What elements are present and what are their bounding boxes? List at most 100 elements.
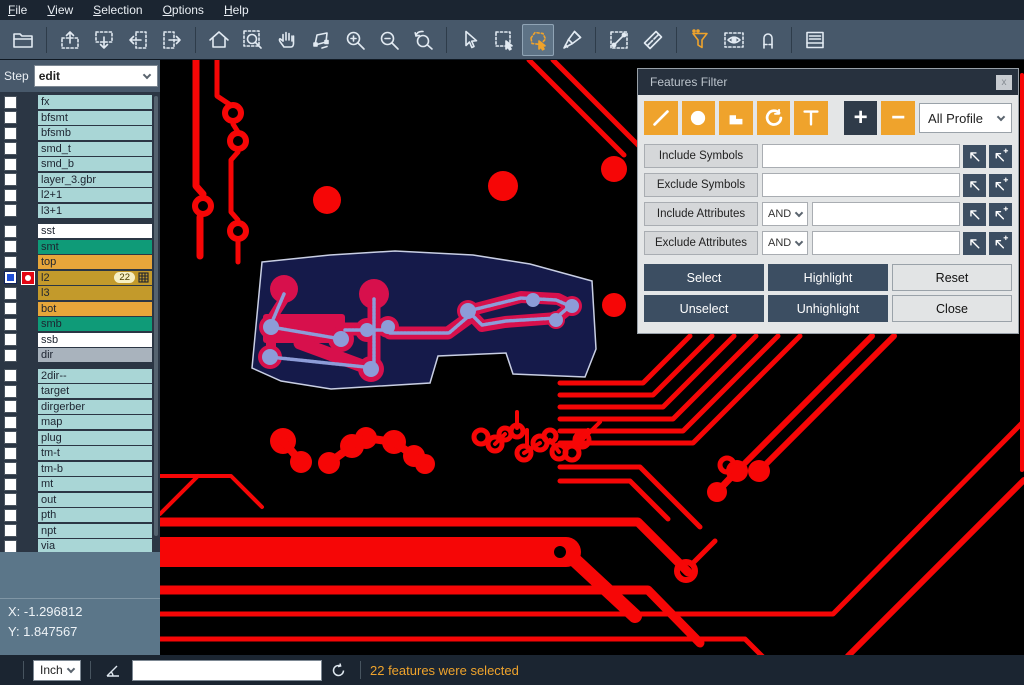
layer-row-npt[interactable]: npt (0, 524, 160, 538)
zoom-polygon-icon[interactable] (305, 24, 337, 56)
refresh-icon[interactable] (330, 662, 347, 679)
exclude-attributes-input[interactable] (812, 231, 960, 255)
view-left-icon[interactable] (122, 24, 154, 56)
layer-row-pth[interactable]: pth (0, 508, 160, 522)
dialog-title-bar[interactable]: Features Filter x (638, 69, 1018, 95)
layer-checkbox[interactable] (4, 96, 17, 109)
report-icon[interactable] (799, 24, 831, 56)
zoom-in-icon[interactable] (339, 24, 371, 56)
layer-row-ssb[interactable]: ssb (0, 333, 160, 347)
layer-row-target[interactable]: target (0, 384, 160, 398)
layer-name[interactable]: l222 (38, 271, 152, 285)
layer-row-via[interactable]: via (0, 539, 160, 553)
layer-indicator-slot[interactable] (21, 431, 35, 445)
layer-indicator-slot[interactable] (21, 369, 35, 383)
layer-list-scrollbar[interactable] (154, 96, 158, 536)
layer-checkbox-checked[interactable] (4, 271, 17, 284)
layer-row-bot[interactable]: bot (0, 302, 160, 316)
layer-name[interactable]: l2+1 (38, 188, 152, 202)
pick-arrow-plus-icon[interactable] (989, 174, 1012, 197)
pick-arrow-icon[interactable] (963, 174, 986, 197)
zoom-previous-icon[interactable] (407, 24, 439, 56)
pan-hand-icon[interactable] (271, 24, 303, 56)
layer-checkbox[interactable] (4, 478, 17, 491)
profile-select[interactable]: All Profile (919, 103, 1012, 133)
menu-selection[interactable]: Selection (93, 3, 142, 17)
surface-icon[interactable] (719, 101, 753, 135)
pad-icon[interactable] (682, 101, 716, 135)
layer-checkbox[interactable] (4, 369, 17, 382)
layer-indicator-slot[interactable] (21, 224, 35, 238)
layer-indicator-slot[interactable] (21, 204, 35, 218)
layer-checkbox[interactable] (4, 333, 17, 346)
layer-row-mt[interactable]: mt (0, 477, 160, 491)
layer-checkbox[interactable] (4, 524, 17, 537)
layer-indicator-slot[interactable] (21, 400, 35, 414)
layer-name[interactable]: plug (38, 431, 152, 445)
layer-name[interactable]: l3+1 (38, 204, 152, 218)
exclude-attributes-button[interactable]: Exclude Attributes (644, 231, 758, 255)
layer-checkbox[interactable] (4, 302, 17, 315)
command-input[interactable] (132, 660, 322, 681)
layer-name[interactable]: l3 (38, 286, 152, 300)
close-button[interactable]: Close (892, 295, 1012, 322)
layer-name[interactable]: smb (38, 317, 152, 331)
layer-row-smd_b[interactable]: smd_b (0, 157, 160, 171)
layer-checkbox[interactable] (4, 493, 17, 506)
layer-checkbox[interactable] (4, 540, 17, 553)
layer-name[interactable]: ssb (38, 333, 152, 347)
layer-name[interactable]: smd_t (38, 142, 152, 156)
layer-checkbox[interactable] (4, 225, 17, 238)
layer-name[interactable]: map (38, 415, 152, 429)
layer-row-top[interactable]: top (0, 255, 160, 269)
layer-row-bfsmb[interactable]: bfsmb (0, 126, 160, 140)
layer-checkbox[interactable] (4, 240, 17, 253)
layer-name[interactable]: sst (38, 224, 152, 238)
layer-checkbox[interactable] (4, 447, 17, 460)
layer-row-l2+1[interactable]: l2+1 (0, 188, 160, 202)
layer-row-2dir--[interactable]: 2dir-- (0, 369, 160, 383)
arc-icon[interactable] (757, 101, 791, 135)
layer-indicator-slot[interactable] (21, 302, 35, 316)
layer-checkbox[interactable] (4, 189, 17, 202)
remove-filter-button[interactable]: − (881, 101, 915, 135)
layer-row-layer_3.gbr[interactable]: layer_3.gbr (0, 173, 160, 187)
ruler-icon[interactable] (637, 24, 669, 56)
layer-indicator-slot[interactable] (21, 157, 35, 171)
menu-view[interactable]: View (47, 3, 73, 17)
layer-row-out[interactable]: out (0, 493, 160, 507)
layer-row-smt[interactable]: smt (0, 240, 160, 254)
eye-box-icon[interactable] (718, 24, 750, 56)
exclude-symbols-button[interactable]: Exclude Symbols (644, 173, 758, 197)
layer-name[interactable]: tm-b (38, 462, 152, 476)
layer-checkbox[interactable] (4, 111, 17, 124)
exclude-symbols-input[interactable] (762, 173, 960, 197)
layer-name[interactable]: pth (38, 508, 152, 522)
zoom-area-icon[interactable] (237, 24, 269, 56)
layer-checkbox[interactable] (4, 509, 17, 522)
layer-name[interactable]: layer_3.gbr (38, 173, 152, 187)
measure-line-icon[interactable] (603, 24, 635, 56)
view-down-icon[interactable] (88, 24, 120, 56)
open-folder-icon[interactable] (7, 24, 39, 56)
highlight-button[interactable]: Highlight (768, 264, 888, 291)
menu-help[interactable]: Help (224, 3, 249, 17)
layer-name[interactable]: fx (38, 95, 152, 109)
layer-checkbox[interactable] (4, 318, 17, 331)
pick-arrow-icon[interactable] (963, 203, 986, 226)
layer-indicator-slot[interactable] (21, 333, 35, 347)
layer-name[interactable]: top (38, 255, 152, 269)
layer-indicator-slot[interactable] (21, 539, 35, 553)
pick-arrow-plus-icon[interactable] (989, 232, 1012, 255)
layer-checkbox[interactable] (4, 142, 17, 155)
layer-name[interactable]: 2dir-- (38, 369, 152, 383)
grid-icon[interactable] (138, 272, 149, 283)
layer-indicator-slot[interactable] (21, 142, 35, 156)
brush-icon[interactable] (556, 24, 588, 56)
view-up-icon[interactable] (54, 24, 86, 56)
layer-indicator-slot[interactable] (21, 95, 35, 109)
layer-name[interactable]: bfsmb (38, 126, 152, 140)
layer-indicator-slot[interactable] (21, 446, 35, 460)
layer-name[interactable]: smd_b (38, 157, 152, 171)
include-attributes-logic-select[interactable]: AND (762, 202, 808, 226)
